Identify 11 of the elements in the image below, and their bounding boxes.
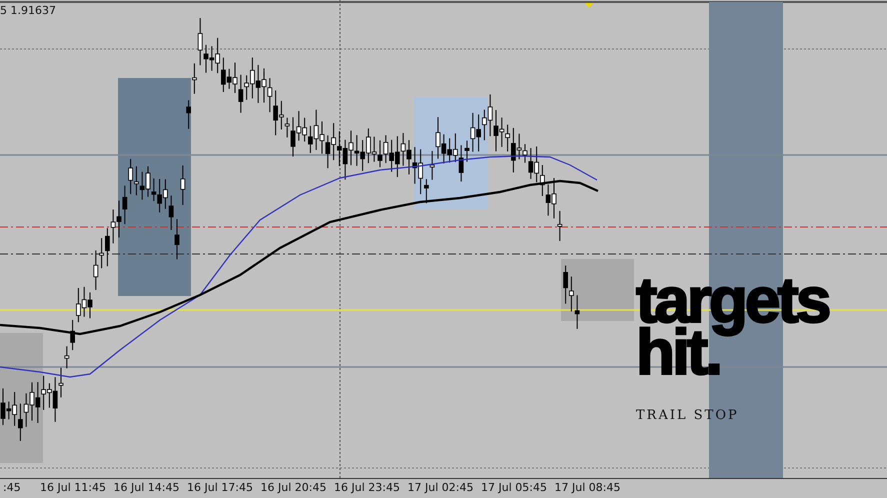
time-axis-label: 16 Jul 14:45	[112, 480, 180, 496]
time-axis-label: 16 Jul 17:45	[186, 480, 254, 496]
time-axis-label: :45	[2, 480, 22, 496]
time-axis-label: 16 Jul 23:45	[333, 480, 401, 496]
price-label: 5 1.91637	[0, 3, 56, 19]
time-axis-label: 16 Jul 11:45	[39, 480, 107, 496]
time-axis-label: 17 Jul 05:45	[480, 480, 548, 496]
time-axis-label: 17 Jul 02:45	[406, 480, 474, 496]
marker-icon	[585, 3, 593, 8]
time-axis-label: 17 Jul 08:45	[554, 480, 622, 496]
time-axis-label: 16 Jul 20:45	[260, 480, 328, 496]
